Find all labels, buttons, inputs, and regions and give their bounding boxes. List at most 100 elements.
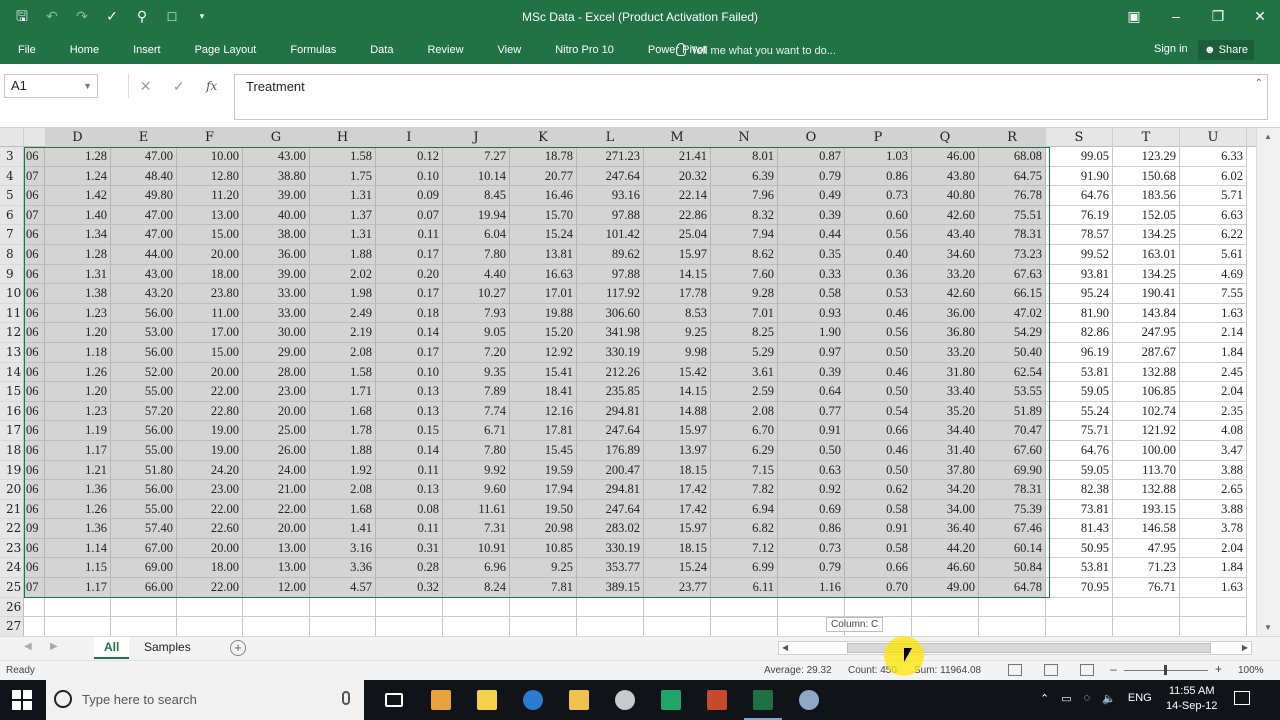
cell[interactable]: 78.31 bbox=[979, 225, 1046, 245]
cell[interactable]: 56.00 bbox=[111, 480, 177, 500]
cell[interactable]: 330.19 bbox=[577, 538, 644, 559]
cell[interactable]: 55.00 bbox=[111, 382, 177, 402]
cell[interactable]: 0.50 bbox=[845, 342, 912, 363]
cell[interactable]: 20.32 bbox=[644, 166, 711, 187]
cell[interactable]: 19.94 bbox=[443, 205, 510, 226]
cell[interactable]: 0.97 bbox=[778, 342, 845, 363]
cell[interactable]: 7.01 bbox=[711, 303, 778, 324]
cell[interactable]: 17.42 bbox=[644, 480, 711, 500]
cell[interactable]: 0.53 bbox=[845, 284, 912, 304]
cell[interactable]: 1.68 bbox=[310, 401, 376, 422]
cell[interactable]: 20.77 bbox=[510, 166, 577, 187]
excel-icon[interactable] bbox=[740, 680, 786, 720]
cell[interactable]: 0.62 bbox=[845, 480, 912, 500]
cell[interactable]: 6.94 bbox=[711, 499, 778, 520]
name-box[interactable]: A1 ▼ bbox=[4, 74, 98, 98]
cell[interactable]: 176.89 bbox=[577, 440, 644, 461]
cell[interactable]: 81.90 bbox=[1046, 303, 1113, 324]
cell[interactable]: 4.69 bbox=[1180, 264, 1247, 285]
row-header[interactable]: 23 bbox=[0, 538, 24, 559]
column-header-n[interactable]: N bbox=[711, 128, 778, 147]
cell[interactable]: 150.68 bbox=[1113, 166, 1180, 187]
cell[interactable]: 97.88 bbox=[577, 205, 644, 226]
cell[interactable]: 1.68 bbox=[310, 499, 376, 520]
cell[interactable]: 1.18 bbox=[45, 342, 111, 363]
zoom-in-icon[interactable]: + bbox=[1215, 662, 1222, 676]
cell[interactable]: 1.36 bbox=[45, 480, 111, 500]
cell[interactable]: 7.89 bbox=[443, 382, 510, 402]
cell[interactable]: 2.59 bbox=[711, 382, 778, 402]
action-center-icon[interactable] bbox=[1234, 691, 1250, 705]
sticky-notes-icon[interactable] bbox=[464, 680, 510, 720]
cell[interactable]: 18.00 bbox=[177, 558, 243, 579]
cell[interactable]: 13.00 bbox=[243, 538, 310, 559]
cell[interactable]: 43.40 bbox=[912, 225, 979, 245]
cell[interactable]: 36.40 bbox=[912, 519, 979, 539]
cell[interactable]: 0.39 bbox=[778, 362, 845, 383]
cell[interactable]: 7.74 bbox=[443, 401, 510, 422]
cell[interactable]: 52.00 bbox=[111, 362, 177, 383]
cell[interactable] bbox=[912, 617, 979, 636]
cell[interactable]: 66.15 bbox=[979, 284, 1046, 304]
cell[interactable]: 20.00 bbox=[177, 538, 243, 559]
cell[interactable]: 11.61 bbox=[443, 499, 510, 520]
cell[interactable]: 47.00 bbox=[111, 205, 177, 226]
cell[interactable]: 9.92 bbox=[443, 460, 510, 481]
cell[interactable] bbox=[310, 617, 376, 636]
cell[interactable]: 3.88 bbox=[1180, 460, 1247, 481]
row-header[interactable]: 22 bbox=[0, 519, 24, 539]
tab-file[interactable]: File bbox=[10, 44, 53, 56]
cell[interactable]: 18.00 bbox=[177, 264, 243, 285]
cell[interactable]: 1.41 bbox=[310, 519, 376, 539]
row-header[interactable]: 4 bbox=[0, 166, 24, 187]
cell[interactable]: 16.46 bbox=[510, 186, 577, 206]
cell[interactable]: 0.50 bbox=[845, 460, 912, 481]
cell[interactable]: 1.40 bbox=[45, 205, 111, 226]
cell[interactable]: 2.45 bbox=[1180, 362, 1247, 383]
cell[interactable]: 0.86 bbox=[778, 519, 845, 539]
cell[interactable]: 6.99 bbox=[711, 558, 778, 579]
cell[interactable] bbox=[644, 617, 711, 636]
cell[interactable]: 76.19 bbox=[1046, 205, 1113, 226]
enter-icon[interactable]: ✓ bbox=[173, 78, 185, 95]
cell[interactable]: 1.26 bbox=[45, 499, 111, 520]
cell[interactable]: 1.92 bbox=[310, 460, 376, 481]
cell[interactable]: 132.88 bbox=[1113, 362, 1180, 383]
cell[interactable]: 53.00 bbox=[111, 323, 177, 343]
cell-fragment[interactable]: 09 bbox=[24, 519, 45, 539]
row-header[interactable]: 8 bbox=[0, 244, 24, 265]
worksheet-grid[interactable]: DEFGHIJKLMNOPQRSTU 3 06 1.28 47.00 10.00 43.0… bbox=[0, 128, 1256, 636]
cell[interactable]: 0.92 bbox=[778, 480, 845, 500]
cell[interactable]: 190.41 bbox=[1113, 284, 1180, 304]
cell[interactable]: 212.26 bbox=[577, 362, 644, 383]
cell[interactable]: 46.60 bbox=[912, 558, 979, 579]
cell[interactable]: 38.00 bbox=[243, 225, 310, 245]
column-header-o[interactable]: O bbox=[778, 128, 845, 147]
cell[interactable]: 55.00 bbox=[111, 440, 177, 461]
cell[interactable]: 7.81 bbox=[510, 578, 577, 598]
cell[interactable]: 0.87 bbox=[778, 147, 845, 167]
cell[interactable]: 1.78 bbox=[310, 421, 376, 441]
cell[interactable]: 16.63 bbox=[510, 264, 577, 285]
cell[interactable]: 1.14 bbox=[45, 538, 111, 559]
cell[interactable]: 48.40 bbox=[111, 166, 177, 187]
cell[interactable]: 0.58 bbox=[845, 538, 912, 559]
cell[interactable]: 12.00 bbox=[243, 578, 310, 598]
cell[interactable]: 23.77 bbox=[644, 578, 711, 598]
cell[interactable]: 0.49 bbox=[778, 186, 845, 206]
cell[interactable]: 42.60 bbox=[912, 284, 979, 304]
cell[interactable]: 247.95 bbox=[1113, 323, 1180, 343]
cell[interactable]: 8.62 bbox=[711, 244, 778, 265]
cell[interactable]: 7.15 bbox=[711, 460, 778, 481]
cell[interactable]: 19.88 bbox=[510, 303, 577, 324]
cell[interactable]: 12.16 bbox=[510, 401, 577, 422]
scroll-down-icon[interactable]: ▼ bbox=[1264, 623, 1272, 632]
cell[interactable]: 22.60 bbox=[177, 519, 243, 539]
cell[interactable] bbox=[711, 597, 778, 618]
close-button[interactable]: ✕ bbox=[1248, 4, 1272, 28]
cell[interactable]: 15.24 bbox=[510, 225, 577, 245]
horizontal-scrollbar[interactable]: ◀ ▶ bbox=[778, 641, 1252, 655]
cell[interactable]: 1.17 bbox=[45, 578, 111, 598]
cell-fragment[interactable]: 07 bbox=[24, 166, 45, 187]
cell-fragment[interactable]: 06 bbox=[24, 401, 45, 422]
